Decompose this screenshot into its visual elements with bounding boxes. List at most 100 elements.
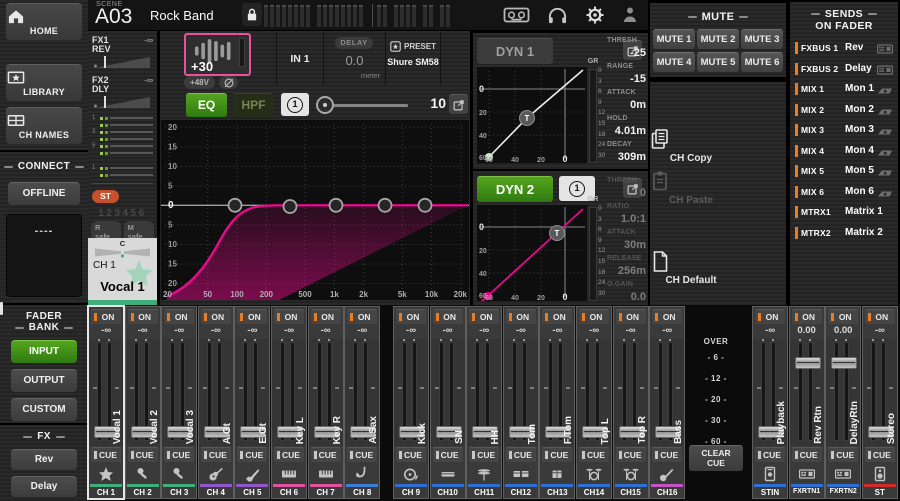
channel-on-button[interactable]: ON [237,309,267,324]
channel-cue-button[interactable]: CUE [865,447,895,462]
fader-strip-CH6[interactable]: ON -∞ Key L CUE CH 6 [271,306,307,499]
fader-strip-CH7[interactable]: ON -∞ Key R CUE CH 7 [308,306,344,499]
fader-cap[interactable] [795,357,821,369]
fader-track-area[interactable]: Playback [753,339,787,446]
fader-strip-CH14[interactable]: ON -∞ Top L CUE CH14 [576,306,612,499]
fader-track-area[interactable]: A.Gt [199,339,233,446]
sof-row-mix2[interactable]: MIX 2Mon 2 [790,100,898,120]
clear-cue-button[interactable]: CLEAR CUE [689,445,743,471]
fader-strip-CH15[interactable]: ON -∞ Top R CUE CH15 [613,306,649,499]
dyn2-graph[interactable]: T02040606040200 [477,205,587,301]
scene-title[interactable]: Rock Band [150,8,214,23]
fader-cap[interactable] [831,357,857,369]
mute-4-button[interactable]: MUTE 4 [653,52,695,72]
fader-strip-CH4[interactable]: ON -∞ A.Gt CUE CH 4 [198,306,234,499]
mute-2-button[interactable]: MUTE 2 [697,29,739,49]
fader-track-area[interactable]: E.Gt [235,339,269,446]
channel-cue-button[interactable]: CUE [396,447,426,462]
fader-track-area[interactable]: Key R [309,339,343,446]
fader-strip-STIN[interactable]: ON -∞ Playback CUE STIN [752,306,788,499]
channel-on-button[interactable]: ON [274,309,304,324]
sof-row-mix1[interactable]: MIX 1Mon 1 [790,79,898,99]
scene-lock-button[interactable] [242,3,262,26]
fx-rev-button[interactable]: Rev [11,449,77,470]
channel-on-button[interactable]: ON [542,309,572,324]
sof-row-fxbus1[interactable]: FXBUS 1Rev [790,38,898,58]
channel-on-button[interactable]: ON [506,309,536,324]
channel-cue-button[interactable]: CUE [237,447,267,462]
eq-button[interactable]: EQ [186,93,227,117]
eq-one-knob-handle[interactable] [316,96,334,114]
channel-cue-button[interactable]: CUE [542,447,572,462]
phantom-48v-button[interactable]: +48V [184,76,215,89]
scene-number[interactable]: A03 [95,5,132,29]
headphones-icon[interactable] [547,6,568,25]
eq-graph[interactable]: 20151050510152020501002005001k2k5k10k20k [161,120,469,300]
fader-bank-output-button[interactable]: OUTPUT [11,369,77,392]
channel-cue-button[interactable]: CUE [652,447,682,462]
hpf-button[interactable]: HPF [233,93,274,117]
fader-strip-FXRTN1[interactable]: ON 0.00 Rev Rtn CUE FXRTN1 [789,306,825,499]
fader-strip-CH1[interactable]: ON -∞ Vocal 1 CUE CH 1 [87,305,125,500]
fader-track-area[interactable]: Vocal 3 [162,339,196,446]
fader-strip-ST[interactable]: ON -∞ Stereo CUE ST [862,306,898,499]
channel-on-button[interactable]: ON [164,309,194,324]
eq-one-knob-button[interactable]: 1 [281,93,309,116]
delay-button[interactable]: DELAY 0.0 meter [324,32,385,85]
fader-strip-CH12[interactable]: ON -∞ Tom CUE CH12 [503,306,539,499]
channel-on-button[interactable]: ON [865,309,895,324]
channel-cue-button[interactable]: CUE [755,447,785,462]
meter-bridge[interactable] [264,4,457,27]
fader-strip-CH5[interactable]: ON -∞ E.Gt CUE CH 5 [234,306,270,499]
fx-delay-button[interactable]: Delay [11,476,77,497]
fader-track-area[interactable]: Vocal 1 [89,339,123,446]
preset-button[interactable]: PRESET Shure SM58 [386,32,440,85]
nav-library-button[interactable]: LIBRARY [6,64,82,101]
channel-cue-button[interactable]: CUE [506,447,536,462]
fader-strip-CH9[interactable]: ON -∞ Kick CUE CH 9 [393,306,429,499]
fader-track-area[interactable]: Kick [394,339,428,446]
channel-cue-button[interactable]: CUE [469,447,499,462]
channel-on-button[interactable]: ON [311,309,341,324]
channel-cue-button[interactable]: CUE [579,447,609,462]
fader-track-area[interactable]: DelayRtn [826,339,860,446]
channel-overview-strip[interactable]: FX1-∞ REV FX2-∞ DLY 1 3 5 1 ST 123456 R … [88,31,157,305]
channel-on-button[interactable]: ON [616,309,646,324]
channel-cue-button[interactable]: CUE [828,447,858,462]
fader-strip-FXRTN2[interactable]: ON 0.00 DelayRtn CUE FXRTN2 [825,306,861,499]
channel-on-button[interactable]: ON [128,309,158,324]
sof-row-mtrx2[interactable]: MTRX2Matrix 2 [790,223,898,243]
channel-cue-button[interactable]: CUE [274,447,304,462]
dyn1-button[interactable]: DYN 1 [477,38,553,64]
fader-strip-CH11[interactable]: ON -∞ HH CUE CH11 [466,306,502,499]
channel-cue-button[interactable]: CUE [433,447,463,462]
fader-strip-CH2[interactable]: ON -∞ Vocal 2 CUE CH 2 [125,306,161,499]
mute-6-button[interactable]: MUTE 6 [741,52,783,72]
channel-on-button[interactable]: ON [396,309,426,324]
channel-cue-button[interactable]: CUE [128,447,158,462]
channel-on-button[interactable]: ON [652,309,682,324]
send-level-ramp[interactable] [92,95,152,109]
fader-strip-CH8[interactable]: ON -∞ A.Sax CUE CH 8 [344,306,380,499]
channel-cue-button[interactable]: CUE [347,447,377,462]
sof-row-fxbus2[interactable]: FXBUS 2Delay [790,59,898,79]
mute-1-button[interactable]: MUTE 1 [653,29,695,49]
recorder-icon[interactable] [503,6,530,24]
ch-copy-button[interactable]: CH Copy [650,128,732,164]
mute-3-button[interactable]: MUTE 3 [741,29,783,49]
eq-edit-button[interactable] [449,94,468,114]
mute-5-button[interactable]: MUTE 5 [697,52,739,72]
fader-track-area[interactable]: Bass [650,339,684,446]
channel-on-button[interactable]: ON [433,309,463,324]
sof-row-mix3[interactable]: MIX 3Mon 3 [790,120,898,140]
nav-home-button[interactable]: HOME [6,3,82,40]
dyn1-graph[interactable]: T02040606040200 [477,67,587,163]
phase-button[interactable] [219,76,238,89]
channel-cue-button[interactable]: CUE [91,447,121,462]
fader-track-area[interactable]: Rev Rtn [790,339,824,446]
channel-on-button[interactable]: ON [201,309,231,324]
channel-cue-button[interactable]: CUE [616,447,646,462]
gain-button[interactable]: +30 [184,33,251,76]
channel-cue-button[interactable]: CUE [201,447,231,462]
fader-strip-CH3[interactable]: ON -∞ Vocal 3 CUE CH 3 [161,306,197,499]
